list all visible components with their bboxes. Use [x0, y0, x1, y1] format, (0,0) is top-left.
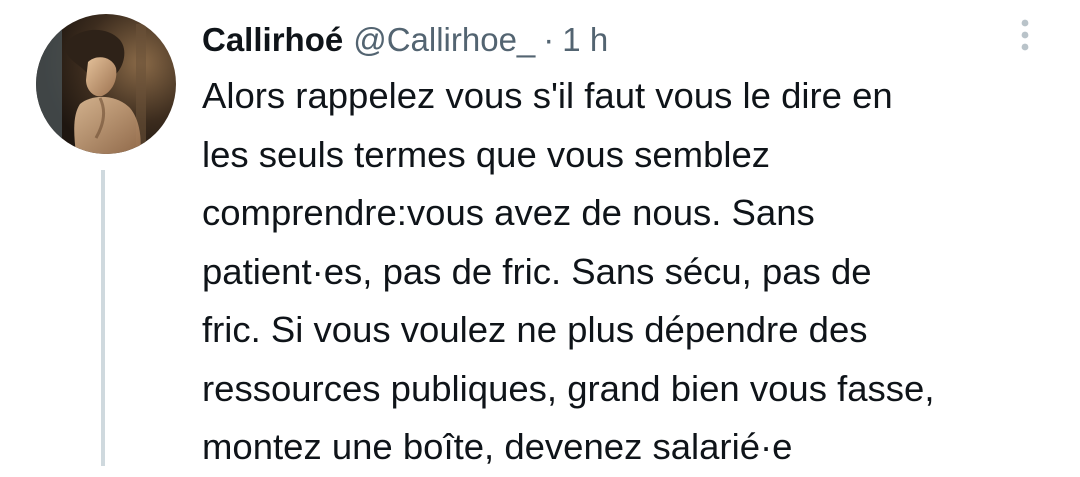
header-separator: ·: [543, 21, 555, 58]
tweet-header: Callirhoé @Callirhoe_ · 1 h: [202, 18, 608, 62]
more-vertical-icon: [1021, 19, 1029, 51]
thread-connector-line: [101, 170, 105, 466]
user-handle[interactable]: @Callirhoe_: [353, 21, 535, 59]
avatar[interactable]: [36, 14, 176, 154]
display-name[interactable]: Callirhoé: [202, 21, 343, 59]
timestamp[interactable]: 1 h: [562, 21, 608, 59]
more-options-button[interactable]: [1010, 14, 1040, 56]
avatar-image: [36, 14, 176, 154]
tweet-text: Alors rappelez vous s'il faut vous le di…: [202, 75, 935, 467]
